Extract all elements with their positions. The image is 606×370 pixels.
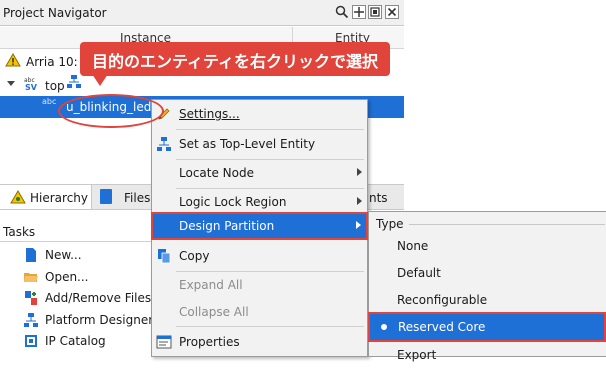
annotation-callout-tail (92, 74, 108, 86)
reconfigurable-label: Reconfigurable (397, 293, 488, 307)
submenu-arrow-icon (357, 168, 362, 176)
expand-all-label: Expand All (179, 278, 243, 292)
tab-design-units[interactable]: nts (367, 185, 404, 209)
design-partition-label: Design Partition (179, 219, 275, 233)
submenu-arrow-icon (357, 197, 362, 205)
none-label: None (397, 239, 429, 253)
hierarchy-icon (66, 74, 82, 93)
submenu-header-line (409, 224, 605, 225)
settings-label: Settings... (179, 107, 240, 121)
svg-text:SV: SV (25, 83, 38, 92)
locate-node-label: Locate Node (179, 166, 254, 180)
task-platform-designer-label: Platform Designer (45, 313, 154, 327)
menu-item-set-top-level[interactable]: Set as Top-Level Entity (152, 130, 367, 158)
radio-selected-icon (381, 324, 387, 330)
close-icon[interactable] (385, 5, 399, 19)
menu-item-expand-all: Expand All (152, 271, 367, 299)
tree-row-top[interactable]: abc SV top (0, 74, 404, 94)
tab-hierarchy[interactable]: Hierarchy (0, 185, 92, 209)
properties-label: Properties (179, 335, 240, 349)
task-new-label: New... (45, 248, 82, 262)
annotation-callout-text: 目的のエンティティを右クリックで選択 (91, 52, 379, 71)
tab-design-units-label: nts (369, 191, 388, 205)
warning-icon (5, 53, 21, 70)
task-add-remove-label: Add/Remove Files i (45, 291, 159, 305)
properties-icon (156, 334, 172, 350)
context-menu: Settings... Set as Top-Level Entity Loca… (151, 99, 368, 357)
default-label: Default (397, 266, 441, 280)
tasks-title: Tasks (3, 225, 36, 239)
pin-icon[interactable] (352, 5, 366, 19)
sv-tag-small: abc (42, 97, 57, 106)
submenu-item-default[interactable]: Default (369, 260, 606, 287)
submenu-item-reserved-core[interactable]: Reserved Core (368, 312, 606, 342)
menu-item-properties[interactable]: Properties (152, 328, 367, 356)
annotation-ellipse (58, 94, 164, 128)
tasks-divider (0, 241, 151, 242)
sv-file-icon: abc SV (23, 75, 41, 92)
open-folder-icon (23, 269, 39, 285)
project-navigator-title: Project Navigator (3, 6, 107, 20)
tab-files-label: Files (124, 191, 151, 205)
submenu-arrow-icon (356, 221, 361, 229)
set-top-label: Set as Top-Level Entity (179, 137, 316, 151)
file-icon (100, 189, 112, 204)
menu-item-locate-node[interactable]: Locate Node (152, 159, 367, 187)
submenu-item-reconfigurable[interactable]: Reconfigurable (369, 287, 606, 314)
search-icon[interactable] (335, 5, 349, 19)
collapse-all-label: Collapse All (179, 305, 249, 319)
logic-lock-label: Logic Lock Region (179, 195, 287, 209)
ip-catalog-icon (23, 333, 39, 349)
add-remove-files-icon (23, 290, 39, 306)
float-icon[interactable] (368, 5, 382, 19)
menu-separator (176, 326, 364, 327)
tab-files[interactable]: Files (94, 185, 154, 209)
hierarchy-icon (156, 136, 172, 152)
submenu-item-none[interactable]: None (369, 233, 606, 260)
top-label: top (45, 79, 65, 93)
reserved-core-label: Reserved Core (398, 320, 486, 334)
platform-designer-icon (23, 312, 39, 328)
copy-label: Copy (179, 249, 210, 263)
export-label: Export (397, 348, 437, 362)
submenu-header-type: Type (376, 217, 404, 231)
menu-item-collapse-all: Collapse All (152, 298, 367, 326)
task-open-label: Open... (45, 270, 89, 284)
design-partition-submenu: Type None Default Reconfigurable Reserve… (368, 211, 606, 362)
menu-item-copy[interactable]: Copy (152, 242, 367, 270)
tab-hierarchy-label: Hierarchy (30, 191, 89, 205)
annotation-callout: 目的のエンティティを右クリックで選択 (80, 42, 390, 76)
copy-icon (156, 248, 172, 264)
task-ip-catalog-label: IP Catalog (45, 334, 106, 348)
expand-arrow-icon[interactable] (7, 81, 15, 86)
menu-item-design-partition[interactable]: Design Partition (151, 212, 368, 240)
new-file-icon (23, 247, 39, 263)
menu-item-settings[interactable]: Settings... (152, 100, 367, 128)
hierarchy-tab-icon (10, 190, 26, 207)
